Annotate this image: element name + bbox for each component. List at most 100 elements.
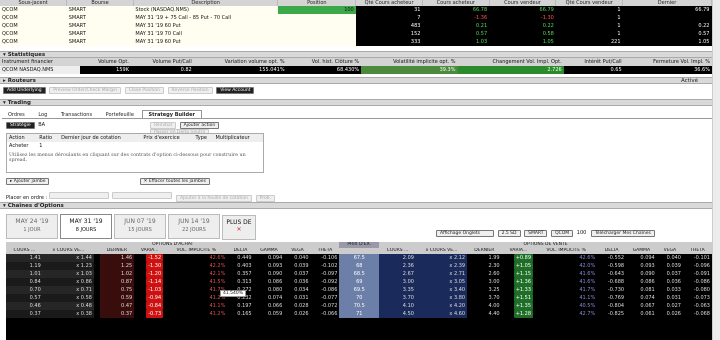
chain-row[interactable]: 0.37 x 0.38 0.37 -0.73 41.2% 0.165 0.059 0.026 -… — [6, 310, 712, 318]
put-delta[interactable]: -0.598 — [597, 262, 626, 270]
call-last[interactable]: 1.02 — [99, 270, 135, 278]
chain-row[interactable]: 0.84 x 0.86 0.87 -1.14 41.5% 0.313 0.086 0.036 -… — [6, 278, 712, 286]
call-iv[interactable]: 42.1% — [165, 270, 227, 278]
call-bid[interactable]: 1.41 — [6, 254, 43, 262]
call-gamma[interactable]: 0.066 — [254, 302, 285, 310]
put-iv[interactable]: 41.7% — [535, 286, 597, 294]
view-account-button[interactable]: View Account — [216, 87, 255, 94]
scrollbar[interactable] — [712, 0, 720, 340]
put-gamma[interactable]: 0.067 — [626, 302, 657, 310]
put-delta[interactable]: -0.804 — [597, 302, 626, 310]
call-theta[interactable]: -0.106 — [311, 254, 340, 262]
add-underlying-button[interactable]: Add Underlying — [3, 87, 46, 94]
strategy-dropdown[interactable]: Stratégie — [6, 122, 35, 129]
call-change[interactable]: -1.52 — [134, 254, 165, 262]
put-theta[interactable]: -0.101 — [683, 254, 712, 262]
put-last[interactable]: 3.70 — [467, 294, 502, 302]
put-gamma[interactable]: 0.074 — [626, 294, 657, 302]
routeurs-header[interactable]: ▸ Routeurs Activé — [0, 77, 712, 84]
call-theta[interactable]: -0.097 — [311, 270, 340, 278]
put-bid[interactable]: 3.70 — [379, 294, 416, 302]
tab-ordres[interactable]: Ordres — [2, 111, 31, 119]
clear-legs-button[interactable]: ✕ Effacer toutes les jambes — [139, 178, 210, 185]
strike[interactable]: 67.5 — [339, 254, 380, 262]
place-order-dropdown-2[interactable] — [112, 192, 173, 199]
put-theta[interactable]: -0.068 — [683, 310, 712, 318]
put-bid[interactable]: 2.67 — [379, 270, 416, 278]
call-ask[interactable]: x 1.03 — [42, 270, 94, 278]
call-change[interactable]: -1.20 — [134, 270, 165, 278]
chain-row[interactable]: 0.46 x 0.48 0.47 -0.84 41.1% 0.197 0.066 0.028 -… — [6, 302, 712, 310]
put-gamma[interactable]: 0.086 — [626, 278, 657, 286]
symbol-dropdown[interactable]: QCOM — [551, 230, 574, 237]
call-change[interactable]: -0.73 — [134, 310, 165, 318]
call-vega[interactable]: 0.036 — [284, 278, 310, 286]
put-vega[interactable]: 0.040 — [657, 254, 683, 262]
strike[interactable]: 70 — [339, 294, 380, 302]
call-gamma[interactable]: 0.093 — [254, 262, 285, 270]
expiry-tab-more[interactable]: PLUS DE ✕ — [222, 215, 256, 240]
put-gamma[interactable]: 0.093 — [626, 262, 657, 270]
tab-log[interactable]: Log — [32, 111, 53, 119]
expiry-tab-may31[interactable]: MAY 31 '19 8 JOURS — [60, 214, 112, 239]
put-ask[interactable]: x 2.71 — [415, 270, 468, 278]
put-change[interactable]: +1.05 — [502, 262, 535, 270]
reset-button[interactable]: Réinitial — [150, 122, 177, 129]
chain-row[interactable]: 1.01 x 1.03 1.02 -1.20 42.1% 0.357 0.090 0.037 -… — [6, 270, 712, 278]
call-last[interactable]: 1.46 — [99, 254, 135, 262]
put-iv[interactable]: 42.0% — [535, 262, 597, 270]
put-delta[interactable]: -0.643 — [597, 270, 626, 278]
put-ask[interactable]: x 4.20 — [415, 302, 468, 310]
display-tabs-dropdown[interactable]: Affichage Onglets — [436, 230, 494, 237]
trading-header[interactable]: ▾ Trading — [0, 99, 712, 106]
exchange-dropdown[interactable]: SMART — [524, 230, 548, 237]
put-vega[interactable]: 0.031 — [657, 294, 683, 302]
put-change[interactable]: +1.33 — [502, 286, 535, 294]
call-last[interactable]: 0.37 — [99, 310, 135, 318]
put-last[interactable]: 4.00 — [467, 302, 502, 310]
call-gamma[interactable]: 0.090 — [254, 270, 285, 278]
call-theta[interactable]: -0.072 — [311, 302, 340, 310]
put-iv[interactable]: 40.5% — [535, 302, 597, 310]
call-change[interactable]: -0.94 — [134, 294, 165, 302]
call-delta[interactable]: 0.197 — [227, 302, 253, 310]
call-bid[interactable]: 1.19 — [6, 262, 43, 270]
put-change[interactable]: +1.51 — [502, 294, 535, 302]
call-vega[interactable]: 0.028 — [284, 302, 310, 310]
call-bid[interactable]: 1.01 — [6, 270, 43, 278]
put-delta[interactable]: -0.688 — [597, 278, 626, 286]
positions-header[interactable]: Qté Cours vendeur — [555, 0, 624, 6]
put-ask[interactable]: x 4.60 — [415, 310, 468, 318]
call-vega[interactable]: 0.034 — [284, 286, 310, 294]
put-vega[interactable]: 0.027 — [657, 302, 683, 310]
strike[interactable]: 68.5 — [339, 270, 380, 278]
call-delta[interactable]: 0.449 — [227, 254, 253, 262]
call-delta[interactable]: 0.357 — [227, 270, 253, 278]
call-ask[interactable]: x 0.48 — [42, 302, 94, 310]
put-iv[interactable]: 42.7% — [535, 310, 597, 318]
call-vega[interactable]: 0.040 — [284, 254, 310, 262]
preview-order-button[interactable]: Preview Order/Check Margin — [49, 87, 122, 94]
put-last[interactable]: 2.30 — [467, 262, 502, 270]
put-bid[interactable]: 2.36 — [379, 262, 416, 270]
put-ask[interactable]: x 3.40 — [415, 286, 468, 294]
sd-dropdown[interactable]: 2.5 SD — [497, 230, 521, 237]
add-blotter-button[interactable]: Ajouter à la feuille de cotation — [176, 195, 253, 202]
put-bid[interactable]: 3.35 — [379, 286, 416, 294]
expiry-tab-jun14[interactable]: JUN 14 '19 22 JOURS — [168, 214, 220, 239]
put-delta[interactable]: -0.769 — [597, 294, 626, 302]
close-icon[interactable]: ✕ — [236, 226, 241, 233]
put-theta[interactable]: -0.091 — [683, 270, 712, 278]
call-ask[interactable]: x 0.58 — [42, 294, 94, 302]
put-gamma[interactable]: 0.061 — [626, 310, 657, 318]
call-theta[interactable]: -0.092 — [311, 278, 340, 286]
put-iv[interactable]: 41.6% — [535, 270, 597, 278]
call-bid[interactable]: 0.70 — [6, 286, 43, 294]
put-gamma[interactable]: 0.094 — [626, 254, 657, 262]
put-ask[interactable]: x 2.39 — [415, 262, 468, 270]
call-ask[interactable]: x 0.38 — [42, 310, 94, 318]
put-change[interactable]: +0.89 — [502, 254, 535, 262]
position-row[interactable]: QCOM SMART Stock (NASDAQ.NMS) 100 31 66.78 66.… — [0, 6, 712, 14]
call-vega[interactable]: 0.037 — [284, 270, 310, 278]
call-iv[interactable]: 42.2% — [165, 262, 227, 270]
